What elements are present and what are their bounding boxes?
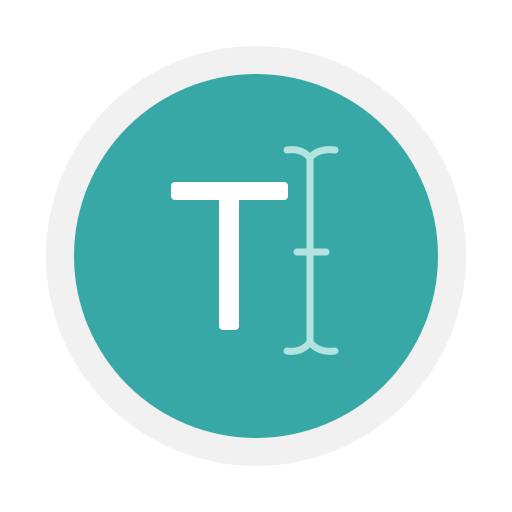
teal-circle	[74, 74, 438, 438]
app-icon	[0, 0, 512, 512]
text-cursor-app-icon	[46, 46, 466, 466]
